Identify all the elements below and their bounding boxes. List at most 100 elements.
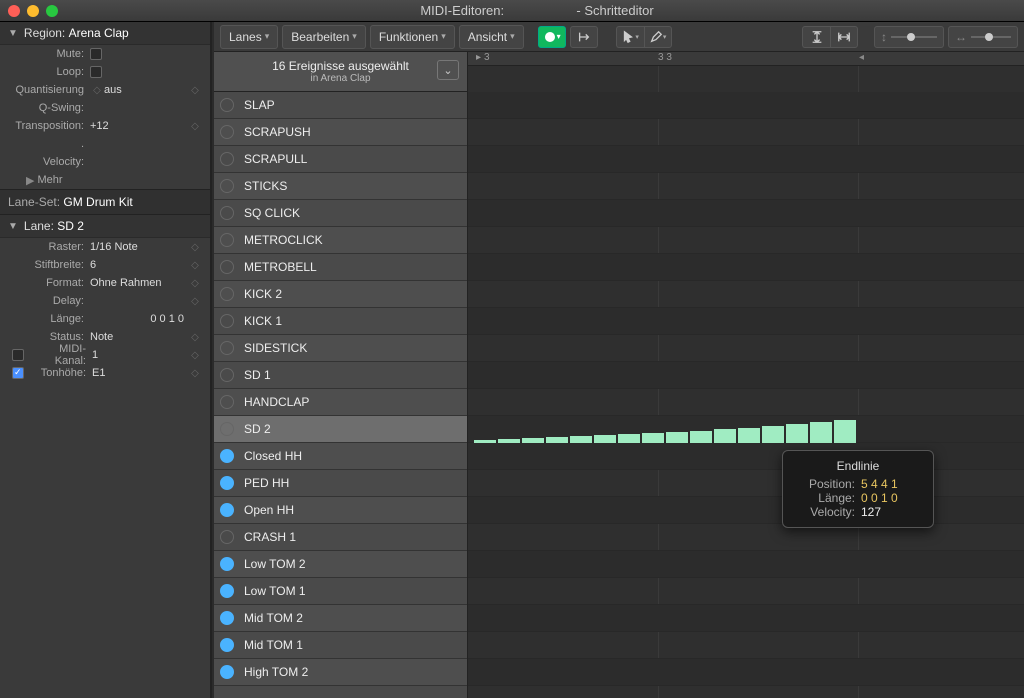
event-dropdown-button[interactable]: ⌄: [437, 60, 459, 80]
lane-row-handclap[interactable]: HANDCLAP: [214, 389, 467, 416]
lane-row-sticks[interactable]: STICKS: [214, 173, 467, 200]
lane-power-icon[interactable]: [220, 557, 234, 571]
param-raster[interactable]: Raster:1/16 Note◇: [0, 238, 210, 256]
step-event[interactable]: [618, 434, 640, 443]
grid-lane-row[interactable]: [468, 578, 1024, 605]
lane-row-metrobell[interactable]: METROBELL: [214, 254, 467, 281]
param-mehr[interactable]: ▶ Mehr: [0, 171, 210, 189]
menu-lanes[interactable]: Lanes▾: [220, 25, 278, 49]
minimize-icon[interactable]: [27, 5, 39, 17]
grid-lane-row[interactable]: [468, 524, 1024, 551]
lane-row-sd-1[interactable]: SD 1: [214, 362, 467, 389]
step-event[interactable]: [834, 420, 856, 443]
param-qswing[interactable]: Q-Swing:: [0, 99, 210, 117]
lane-row-sd-2[interactable]: SD 2: [214, 416, 467, 443]
lane-name-list[interactable]: SLAPSCRAPUSHSCRAPULLSTICKSSQ CLICKMETROC…: [214, 92, 468, 698]
step-event[interactable]: [570, 436, 592, 443]
grid-lane-row[interactable]: [468, 497, 1024, 524]
step-grid[interactable]: [468, 66, 1024, 698]
grid-lane-row[interactable]: [468, 281, 1024, 308]
lane-power-icon[interactable]: [220, 638, 234, 652]
param-stiftbreite[interactable]: Stiftbreite:6◇: [0, 256, 210, 274]
lane-row-low-tom-1[interactable]: Low TOM 1: [214, 578, 467, 605]
step-event[interactable]: [690, 431, 712, 443]
grid-lane-row[interactable]: [468, 254, 1024, 281]
lane-row-ped-hh[interactable]: PED HH: [214, 470, 467, 497]
lane-power-icon[interactable]: [220, 179, 234, 193]
menu-bearbeiten[interactable]: Bearbeiten▾: [282, 25, 366, 49]
lane-power-icon[interactable]: [220, 395, 234, 409]
menu-funktionen[interactable]: Funktionen▾: [370, 25, 455, 49]
lane-row-mid-tom-1[interactable]: Mid TOM 1: [214, 632, 467, 659]
lane-power-icon[interactable]: [220, 503, 234, 517]
param-delay[interactable]: Delay:◇: [0, 292, 210, 310]
lane-row-metroclick[interactable]: METROCLICK: [214, 227, 467, 254]
step-event[interactable]: [810, 422, 832, 443]
grid-lane-row[interactable]: [468, 119, 1024, 146]
region-header[interactable]: ▼ Region: Arena Clap: [0, 22, 210, 45]
lane-power-icon[interactable]: [220, 125, 234, 139]
lane-power-icon[interactable]: [220, 584, 234, 598]
lane-row-open-hh[interactable]: Open HH: [214, 497, 467, 524]
step-event[interactable]: [666, 432, 688, 443]
vertical-fit-button[interactable]: [802, 26, 830, 48]
lane-row-sq-click[interactable]: SQ CLICK: [214, 200, 467, 227]
grid-lane-row[interactable]: [468, 470, 1024, 497]
lane-power-icon[interactable]: [220, 422, 234, 436]
grid-lane-row[interactable]: [468, 659, 1024, 686]
lane-power-icon[interactable]: [220, 449, 234, 463]
lane-row-kick-1[interactable]: KICK 1: [214, 308, 467, 335]
lane-row-high-tom-2[interactable]: High TOM 2: [214, 659, 467, 686]
lane-power-icon[interactable]: [220, 206, 234, 220]
lane-row-kick-2[interactable]: KICK 2: [214, 281, 467, 308]
param-quantisierung[interactable]: Quantisierung◇aus◇: [0, 81, 210, 99]
lane-power-icon[interactable]: [220, 611, 234, 625]
param-loop[interactable]: Loop:: [0, 63, 210, 81]
pencil-tool[interactable]: ▾: [644, 26, 672, 48]
menu-ansicht[interactable]: Ansicht▾: [459, 25, 524, 49]
step-event[interactable]: [642, 433, 664, 443]
horizontal-zoom-slider[interactable]: ↔: [948, 26, 1018, 48]
param-format[interactable]: Format:Ohne Rahmen◇: [0, 274, 210, 292]
lane-row-crash-1[interactable]: CRASH 1: [214, 524, 467, 551]
time-ruler[interactable]: ▸ 3 3 3 ◂: [468, 52, 1024, 66]
lane-set-row[interactable]: Lane-Set: GM Drum Kit: [0, 189, 210, 215]
step-event[interactable]: [738, 428, 760, 443]
grid-lane-row[interactable]: [468, 605, 1024, 632]
midi-in-button[interactable]: ▾: [538, 26, 566, 48]
lane-power-icon[interactable]: [220, 152, 234, 166]
grid-lane-row[interactable]: [468, 92, 1024, 119]
param-velocity[interactable]: Velocity:: [0, 153, 210, 171]
pointer-tool[interactable]: ▾: [616, 26, 644, 48]
param-transposition[interactable]: Transposition:+12◇: [0, 117, 210, 135]
grid-lane-row[interactable]: [468, 227, 1024, 254]
step-event[interactable]: [714, 429, 736, 443]
step-event[interactable]: [594, 435, 616, 443]
grid-lane-row[interactable]: [468, 551, 1024, 578]
close-icon[interactable]: [8, 5, 20, 17]
vertical-zoom-slider[interactable]: ↕: [874, 26, 944, 48]
param-mute[interactable]: Mute:: [0, 45, 210, 63]
lane-power-icon[interactable]: [220, 368, 234, 382]
lane-row-sidestick[interactable]: SIDESTICK: [214, 335, 467, 362]
horizontal-fit-button[interactable]: [830, 26, 858, 48]
lane-row-scrapush[interactable]: SCRAPUSH: [214, 119, 467, 146]
grid-lane-row[interactable]: [468, 335, 1024, 362]
lane-row-scrapull[interactable]: SCRAPULL: [214, 146, 467, 173]
lane-power-icon[interactable]: [220, 314, 234, 328]
param-midikanal[interactable]: MIDI-Kanal:1◇: [0, 346, 210, 364]
sd2-step-sequence[interactable]: [474, 416, 856, 443]
grid-lane-row[interactable]: [468, 632, 1024, 659]
grid-lane-row[interactable]: [468, 173, 1024, 200]
grid-lane-row[interactable]: [468, 200, 1024, 227]
lane-row-mid-tom-2[interactable]: Mid TOM 2: [214, 605, 467, 632]
lane-row-low-tom-2[interactable]: Low TOM 2: [214, 551, 467, 578]
lane-power-icon[interactable]: [220, 260, 234, 274]
lane-power-icon[interactable]: [220, 530, 234, 544]
grid-lane-row[interactable]: [468, 362, 1024, 389]
param-laenge[interactable]: Länge:0 0 1 0: [0, 310, 210, 328]
lane-header[interactable]: ▼ Lane: SD 2: [0, 215, 210, 238]
maximize-icon[interactable]: [46, 5, 58, 17]
step-event[interactable]: [786, 424, 808, 443]
grid-lane-row[interactable]: [468, 146, 1024, 173]
